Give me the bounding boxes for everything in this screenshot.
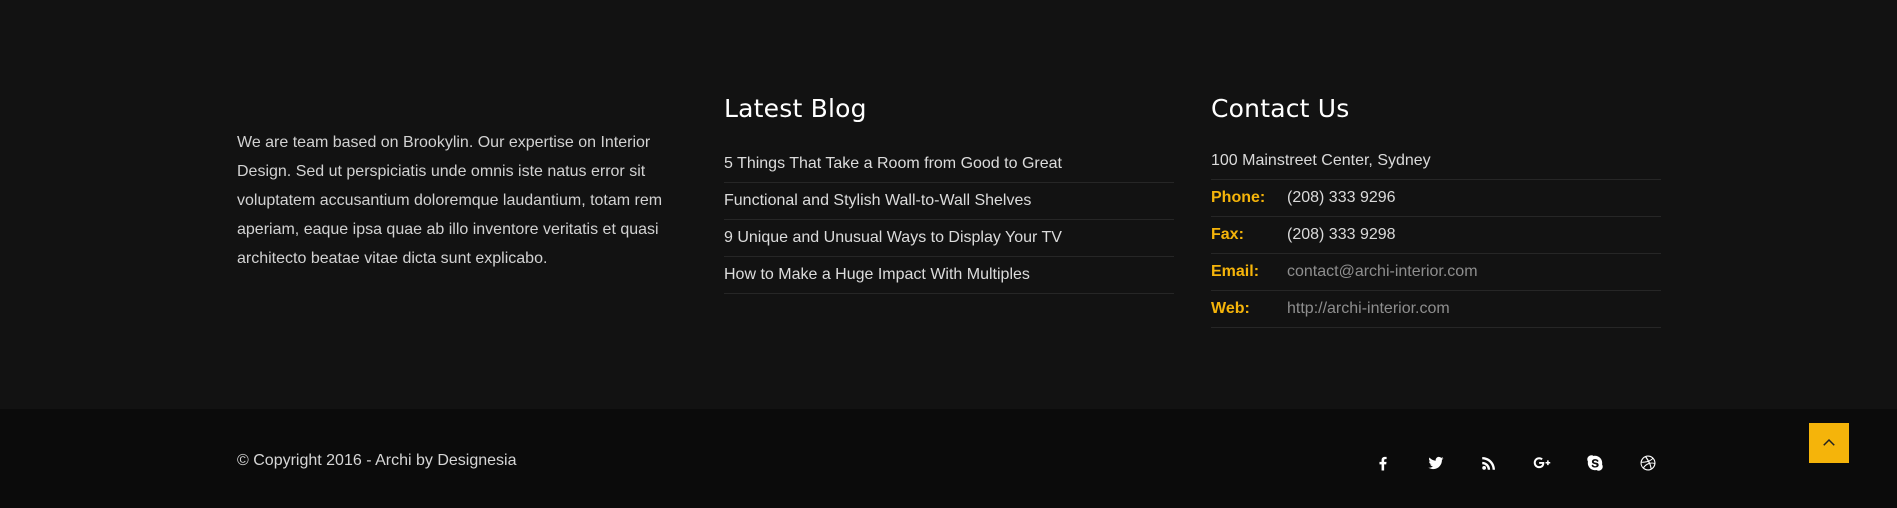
twitter-icon[interactable] [1409, 449, 1462, 477]
blog-post-link[interactable]: 9 Unique and Unusual Ways to Display You… [724, 229, 1062, 247]
email-link[interactable]: contact@archi-interior.com [1287, 263, 1478, 281]
fax-label: Fax: [1211, 226, 1244, 243]
about-text: We are team based on Brookylin. Our expe… [237, 134, 663, 267]
back-to-top-button[interactable] [1809, 423, 1849, 463]
address-text: 100 Mainstreet Center, Sydney [1211, 152, 1431, 169]
web-label: Web: [1211, 300, 1250, 317]
phone-label: Phone: [1211, 189, 1266, 206]
chevron-up-icon [1823, 438, 1835, 446]
contact-web: Web: http://archi-interior.com [1211, 291, 1661, 328]
contact-fax: Fax: (208) 333 9298 [1211, 217, 1661, 254]
blog-item: 9 Unique and Unusual Ways to Display You… [724, 220, 1174, 257]
blog-item: Functional and Stylish Wall-to-Wall Shel… [724, 183, 1174, 220]
email-label: Email: [1211, 263, 1260, 280]
web-link[interactable]: http://archi-interior.com [1287, 300, 1450, 318]
blog-item: How to Make a Huge Impact With Multiples [724, 257, 1174, 294]
rss-icon[interactable] [1462, 449, 1515, 477]
skype-icon[interactable] [1568, 449, 1621, 477]
contact-address: 100 Mainstreet Center, Sydney [1211, 143, 1661, 180]
blog-post-link[interactable]: How to Make a Huge Impact With Multiples [724, 266, 1030, 284]
contact-us-title: Contact Us [1211, 94, 1350, 123]
phone-value: (208) 333 9296 [1287, 189, 1396, 206]
social-links [1356, 449, 1674, 477]
contact-email: Email: contact@archi-interior.com [1211, 254, 1661, 291]
blog-post-link[interactable]: Functional and Stylish Wall-to-Wall Shel… [724, 192, 1031, 210]
copyright-text: © Copyright 2016 - Archi by Designesia [237, 452, 517, 469]
blog-post-link[interactable]: 5 Things That Take a Room from Good to G… [724, 155, 1062, 173]
blog-list: 5 Things That Take a Room from Good to G… [724, 146, 1174, 294]
contact-list: 100 Mainstreet Center, Sydney Phone: (20… [1211, 143, 1661, 328]
contact-phone: Phone: (208) 333 9296 [1211, 180, 1661, 217]
blog-item: 5 Things That Take a Room from Good to G… [724, 146, 1174, 183]
fax-value: (208) 333 9298 [1287, 226, 1396, 243]
google-plus-icon[interactable] [1515, 449, 1568, 477]
facebook-icon[interactable] [1356, 449, 1409, 477]
dribbble-icon[interactable] [1621, 449, 1674, 477]
latest-blog-title: Latest Blog [724, 94, 867, 123]
footer-top: We are team based on Brookylin. Our expe… [0, 0, 1897, 409]
